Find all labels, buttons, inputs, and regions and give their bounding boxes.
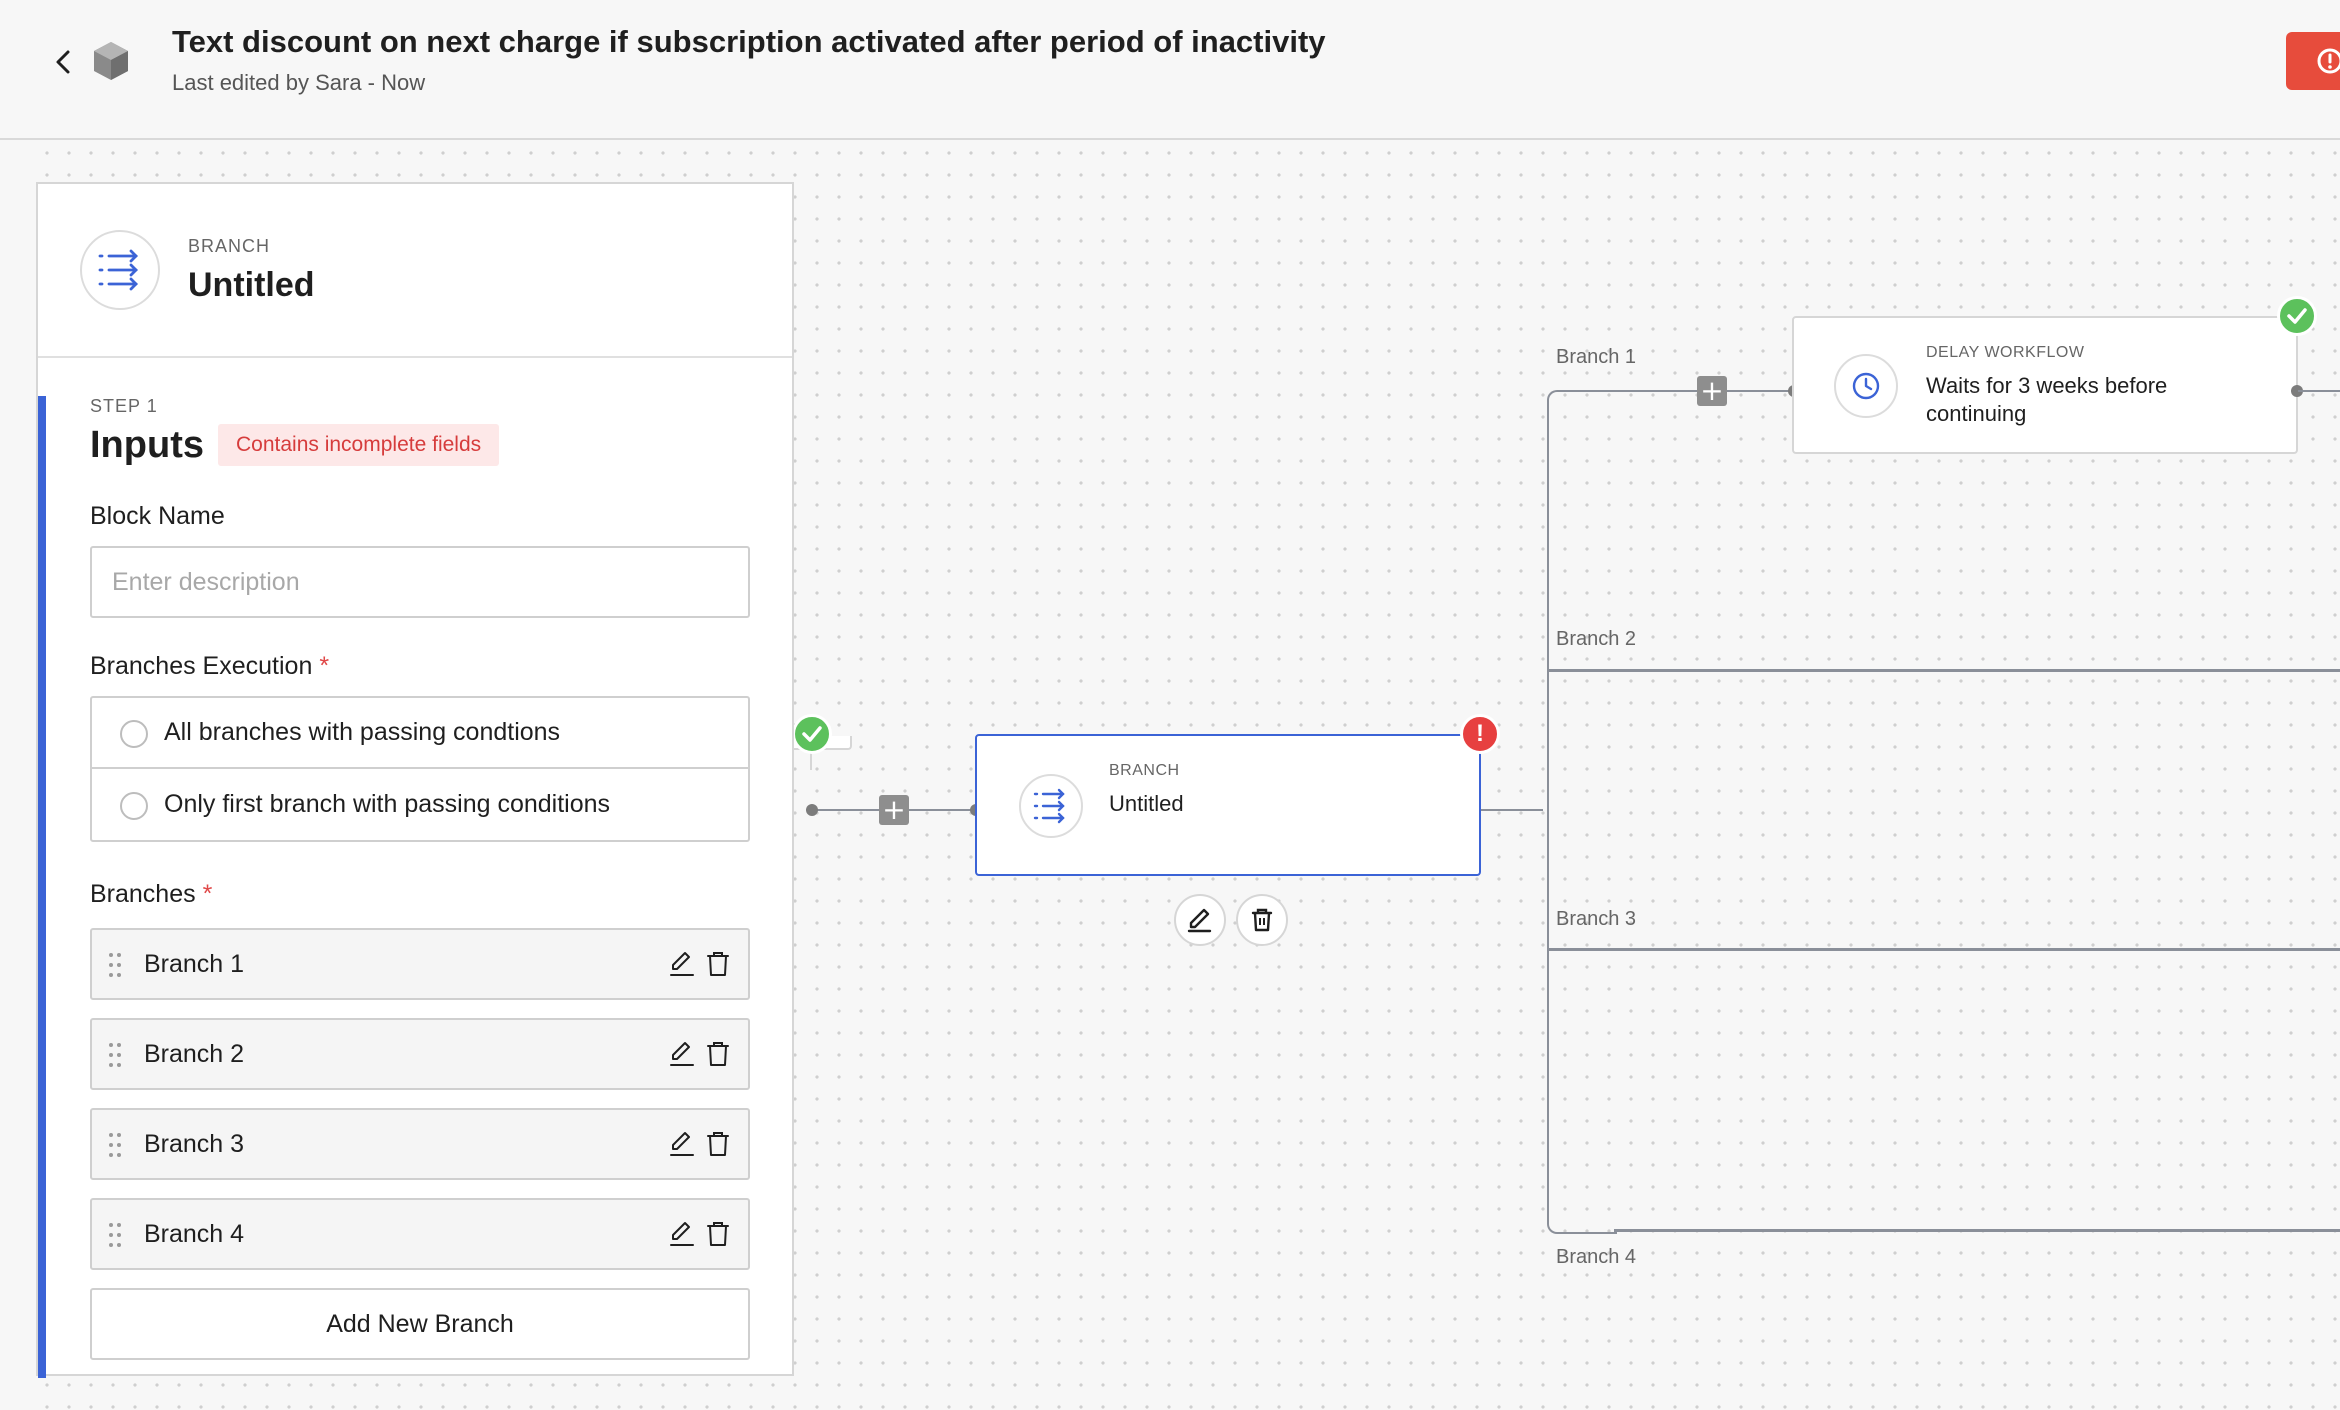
block-name-label: Block Name <box>90 502 225 530</box>
branch-list-icon <box>80 230 160 310</box>
delay-node-type: DELAY WORKFLOW <box>1926 344 2085 361</box>
branch-path-label: Branch 3 <box>1556 908 1637 930</box>
block-settings-panel: BRANCH Untitled STEP 1 Inputs Contains i… <box>36 182 794 1378</box>
branch-path-label: Branch 2 <box>1556 628 1637 650</box>
block-name-input[interactable] <box>90 546 750 618</box>
drag-handle-icon[interactable] <box>106 1220 124 1250</box>
trash-icon <box>1251 908 1273 932</box>
pencil-icon[interactable] <box>668 1220 696 1248</box>
top-header: Text discount on next charge if subscrip… <box>0 0 2340 140</box>
branch-name: Branch 4 <box>144 1220 245 1248</box>
step-title: Inputs <box>90 424 204 466</box>
panel-header: BRANCH Untitled <box>38 184 792 358</box>
panel-type-label: BRANCH <box>188 236 271 256</box>
branch-name: Branch 1 <box>144 950 245 978</box>
branches-label-text: Branches <box>90 880 196 908</box>
branch-list-icon <box>1019 774 1083 838</box>
add-step-button[interactable]: + <box>1697 376 1727 406</box>
delete-node-button[interactable] <box>1236 894 1288 946</box>
delay-out-line <box>2298 390 2340 392</box>
previous-node-ok-badge <box>792 714 832 754</box>
required-mark: * <box>319 652 330 680</box>
branch-node-type: BRANCH <box>1109 762 1180 779</box>
branch-list-item[interactable]: Branch 1 <box>90 928 750 1000</box>
add-new-branch-button[interactable]: Add New Branch <box>90 1288 750 1360</box>
required-mark: * <box>202 880 213 908</box>
step-indicator-bar <box>38 396 46 1378</box>
drag-handle-icon[interactable] <box>106 950 124 980</box>
branch-name: Branch 3 <box>144 1130 245 1158</box>
branch-node[interactable]: BRANCH Untitled <box>975 734 1481 876</box>
step-label: STEP 1 <box>90 396 158 416</box>
branch-name: Branch 2 <box>144 1040 245 1068</box>
pencil-icon <box>1187 908 1212 933</box>
delay-node-ok-badge <box>2277 296 2317 336</box>
branch-3-line <box>1549 948 2340 951</box>
back-button[interactable] <box>46 44 82 80</box>
incomplete-fields-badge: Contains incomplete fields <box>218 424 500 466</box>
execution-option-label: All branches with passing condtions <box>164 718 561 746</box>
branches-execution-label-text: Branches Execution <box>90 652 313 680</box>
check-icon <box>2287 308 2307 324</box>
delay-workflow-node[interactable]: DELAY WORKFLOW Waits for 3 weeks before … <box>1792 316 2298 454</box>
radio-button[interactable] <box>120 720 148 748</box>
trash-icon[interactable] <box>704 1130 732 1158</box>
edit-node-button[interactable] <box>1174 894 1226 946</box>
trash-icon[interactable] <box>704 1040 732 1068</box>
drag-handle-icon[interactable] <box>106 1040 124 1070</box>
pencil-icon[interactable] <box>668 1040 696 1068</box>
branches-execution-radio-group: All branches with passing condtions Only… <box>90 696 750 842</box>
trash-icon[interactable] <box>704 1220 732 1248</box>
branch-split-spine <box>1547 390 1617 1234</box>
clock-icon <box>1834 354 1898 418</box>
branch-path-label: Branch 1 <box>1556 346 1637 368</box>
branch-4-line <box>1614 1229 2340 1232</box>
split-connector <box>1481 809 1543 811</box>
branch-list-item[interactable]: Branch 4 <box>90 1198 750 1270</box>
chevron-left-icon <box>56 50 70 74</box>
radio-button[interactable] <box>120 792 148 820</box>
branch-path-label: Branch 4 <box>1556 1246 1637 1268</box>
execution-option-label: Only first branch with passing condition… <box>164 790 611 818</box>
branch-node-error-badge: ! <box>1460 714 1500 754</box>
trash-icon[interactable] <box>704 950 732 978</box>
drag-handle-icon[interactable] <box>106 1130 124 1160</box>
pencil-icon[interactable] <box>668 1130 696 1158</box>
check-icon <box>802 726 822 742</box>
panel-title: Untitled <box>188 266 315 304</box>
branch-node-title: Untitled <box>1109 791 1184 816</box>
last-edited-text: Last edited by Sara - Now <box>172 70 426 95</box>
branches-label: Branches * <box>90 880 212 909</box>
connector-dot <box>806 804 818 816</box>
branch-list-item[interactable]: Branch 2 <box>90 1018 750 1090</box>
branch-2-line <box>1549 669 2340 672</box>
page-title: Text discount on next charge if subscrip… <box>172 24 1326 59</box>
branches-execution-label: Branches Execution * <box>90 652 329 681</box>
execution-option-first[interactable]: Only first branch with passing condition… <box>92 770 748 841</box>
alert-button[interactable] <box>2286 32 2340 90</box>
add-step-button[interactable]: + <box>879 795 909 825</box>
pencil-icon[interactable] <box>668 950 696 978</box>
delay-node-title: Waits for 3 weeks before continuing <box>1926 373 2168 426</box>
alert-circle-icon <box>2317 48 2340 74</box>
branch-list-item[interactable]: Branch 3 <box>90 1108 750 1180</box>
execution-option-all[interactable]: All branches with passing condtions <box>92 698 748 769</box>
cube-icon <box>88 38 134 84</box>
